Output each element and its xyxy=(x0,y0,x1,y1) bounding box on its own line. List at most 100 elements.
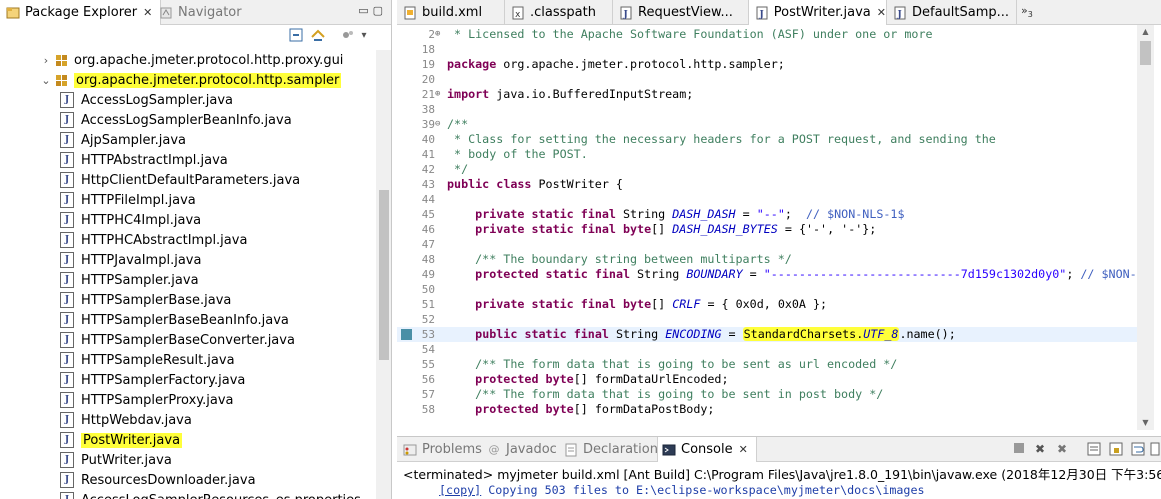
scroll-lock-icon[interactable] xyxy=(1109,442,1123,459)
editor-tab-postwriter[interactable]: J PostWriter.java ✕ xyxy=(749,0,887,25)
tab-declaration[interactable]: Declaration xyxy=(564,437,658,462)
scroll-up-icon[interactable]: ▲ xyxy=(1137,25,1154,39)
tab-navigator[interactable]: Navigator xyxy=(159,0,242,25)
clear-console-icon[interactable] xyxy=(1087,442,1101,459)
more-tabs-button[interactable]: »3 xyxy=(1021,4,1033,19)
tree-file[interactable]: J HTTPHCAbstractImpl.java xyxy=(0,230,376,250)
java-file-icon: J xyxy=(60,92,74,108)
java-file-icon: J xyxy=(60,112,74,128)
focus-icon[interactable] xyxy=(340,28,356,44)
collapse-arrow-icon[interactable]: ⌄ xyxy=(38,74,54,87)
code-line: 47 xyxy=(397,237,1137,252)
minimize-icon[interactable]: ▭ xyxy=(358,4,372,17)
editor-tab-defaultsamp[interactable]: J DefaultSamp... xyxy=(887,0,1017,25)
file-list: J AccessLogSampler.java J AccessLogSamplerB… xyxy=(0,90,376,499)
close-icon[interactable]: ✕ xyxy=(143,6,152,19)
scrollbar-thumb[interactable] xyxy=(1140,41,1151,65)
code-line: 58 protected byte[] formDataPostBody; xyxy=(397,402,1137,417)
scroll-down-icon[interactable]: ▼ xyxy=(1137,416,1154,430)
console-output-tag[interactable]: [copy] xyxy=(439,483,481,497)
tree-file[interactable]: J HTTPSamplerBase.java xyxy=(0,290,376,310)
tree-file[interactable]: J HTTPSamplerProxy.java xyxy=(0,390,376,410)
collapse-all-icon[interactable] xyxy=(288,28,304,44)
code-line: 20 xyxy=(397,72,1137,87)
console-output-line: [copy] Copying 503 files to E:\eclipse-w… xyxy=(439,483,925,497)
maximize-icon[interactable]: ▢ xyxy=(373,4,387,17)
tab-problems[interactable]: Problems xyxy=(403,437,482,462)
java-file-icon: J xyxy=(60,412,74,428)
java-file-icon: J xyxy=(60,152,74,168)
tree-file[interactable]: J AccessLogSampler.java xyxy=(0,90,376,110)
tree-file[interactable]: J PutWriter.java xyxy=(0,450,376,470)
close-icon[interactable]: ✕ xyxy=(739,443,748,456)
scrollbar-thumb[interactable] xyxy=(379,190,389,360)
tree-item-label: AccessLogSampler.java xyxy=(81,92,233,108)
line-number: 45 xyxy=(421,208,435,221)
code-text: /** The boundary string between multipar… xyxy=(447,252,792,266)
line-number: 47 xyxy=(421,238,435,251)
tree-item-label: HTTPSamplerBase.java xyxy=(81,292,232,308)
tree-item-label: HTTPJavaImpl.java xyxy=(81,252,202,268)
remove-launch-icon[interactable]: ✖ xyxy=(1035,442,1045,456)
expand-arrow-icon[interactable]: › xyxy=(38,54,54,67)
word-wrap-icon[interactable] xyxy=(1131,442,1145,459)
code-text: protected static final String BOUNDARY =… xyxy=(475,267,1144,281)
code-line: 54 xyxy=(397,342,1137,357)
java-file-icon: J xyxy=(60,392,74,408)
tree-file[interactable]: J HTTPHC4Impl.java xyxy=(0,210,376,230)
code-line: 49 protected static final String BOUNDAR… xyxy=(397,267,1144,282)
tab-console[interactable]: Console ✕ xyxy=(657,437,757,462)
tree-item-label: org.apache.jmeter.protocol.http.proxy.gu… xyxy=(74,52,344,68)
window-buttons: ▭▢ xyxy=(358,4,387,17)
problems-icon xyxy=(403,443,417,457)
tree-file[interactable]: J HTTPSamplerBaseConverter.java xyxy=(0,330,376,350)
tree-file[interactable]: J AccessLogSamplerBeanInfo.java xyxy=(0,110,376,130)
java-file-icon: J xyxy=(60,452,74,468)
tree-file[interactable]: J PostWriter.java xyxy=(0,430,376,450)
tree-file[interactable]: J HTTPSamplerFactory.java xyxy=(0,370,376,390)
editor-scrollbar[interactable]: ▲ ▼ xyxy=(1137,25,1154,430)
pin-console-icon[interactable] xyxy=(1150,442,1160,459)
fold-toggle-icon[interactable]: ⊖ xyxy=(435,117,440,132)
line-number: 41 xyxy=(421,148,435,161)
tab-javadoc[interactable]: @ Javadoc xyxy=(487,437,557,462)
line-number: 58 xyxy=(421,403,435,416)
code-editor[interactable]: 2 ⊕ * Licensed to the Apache Software Fou… xyxy=(397,25,1161,430)
fold-toggle-icon[interactable]: ⊕ xyxy=(435,87,440,102)
remove-all-icon[interactable]: ✖ xyxy=(1057,442,1067,456)
tree-file[interactable]: J HTTPFileImpl.java xyxy=(0,190,376,210)
tree-file[interactable]: J HTTPAbstractImpl.java xyxy=(0,150,376,170)
tree-item-label: HTTPSampleResult.java xyxy=(81,352,235,368)
fold-toggle-icon[interactable]: ⊕ xyxy=(435,27,440,42)
editor-tab-classpath[interactable]: x .classpath xyxy=(505,0,613,25)
package-explorer-view: Package Explorer ✕ Navigator ▭▢ ▾ › org.… xyxy=(0,0,392,499)
tree-file[interactable]: J ResourcesDownloader.java xyxy=(0,470,376,490)
tree-item-label: AjpSampler.java xyxy=(81,132,187,148)
code-line: 42 */ xyxy=(397,162,1137,177)
view-tab-bar: Package Explorer ✕ Navigator ▭▢ xyxy=(0,0,391,25)
line-number: 20 xyxy=(421,73,435,86)
tree-file[interactable]: J HTTPSampleResult.java xyxy=(0,350,376,370)
editor-tab-build-xml[interactable]: build.xml xyxy=(397,0,505,25)
editor-tab-requestview[interactable]: J RequestView... xyxy=(613,0,749,25)
tree-file[interactable]: J AjpSampler.java xyxy=(0,130,376,150)
link-with-editor-icon[interactable] xyxy=(310,28,326,44)
tree-scrollbar[interactable] xyxy=(376,50,391,499)
view-menu-icon[interactable]: ▾ xyxy=(356,28,372,44)
tree-package[interactable]: ⌄ org.apache.jmeter.protocol.http.sample… xyxy=(0,70,376,90)
package-icon xyxy=(54,52,70,68)
console-output-text: Copying 503 files to E:\eclipse-workspac… xyxy=(481,483,925,497)
terminate-icon[interactable] xyxy=(1013,442,1025,457)
tree-file[interactable]: J HTTPSamplerBaseBeanInfo.java xyxy=(0,310,376,330)
tree-file[interactable]: J HTTPJavaImpl.java xyxy=(0,250,376,270)
tree-file[interactable]: J AccessLogSamplerResources_es.properties xyxy=(0,490,376,499)
tree-file[interactable]: J HttpClientDefaultParameters.java xyxy=(0,170,376,190)
tree-file[interactable]: J HttpWebdav.java xyxy=(0,410,376,430)
close-icon[interactable]: ✕ xyxy=(877,6,886,19)
view-toolbar: ▾ xyxy=(0,25,391,51)
tree-package[interactable]: › org.apache.jmeter.protocol.http.proxy.… xyxy=(0,50,376,70)
tab-package-explorer[interactable]: Package Explorer ✕ xyxy=(0,0,162,25)
tab-label: build.xml xyxy=(422,5,483,20)
code-line: 51 private static final byte[] CRLF = { … xyxy=(397,297,1137,312)
tree-file[interactable]: J HTTPSampler.java xyxy=(0,270,376,290)
